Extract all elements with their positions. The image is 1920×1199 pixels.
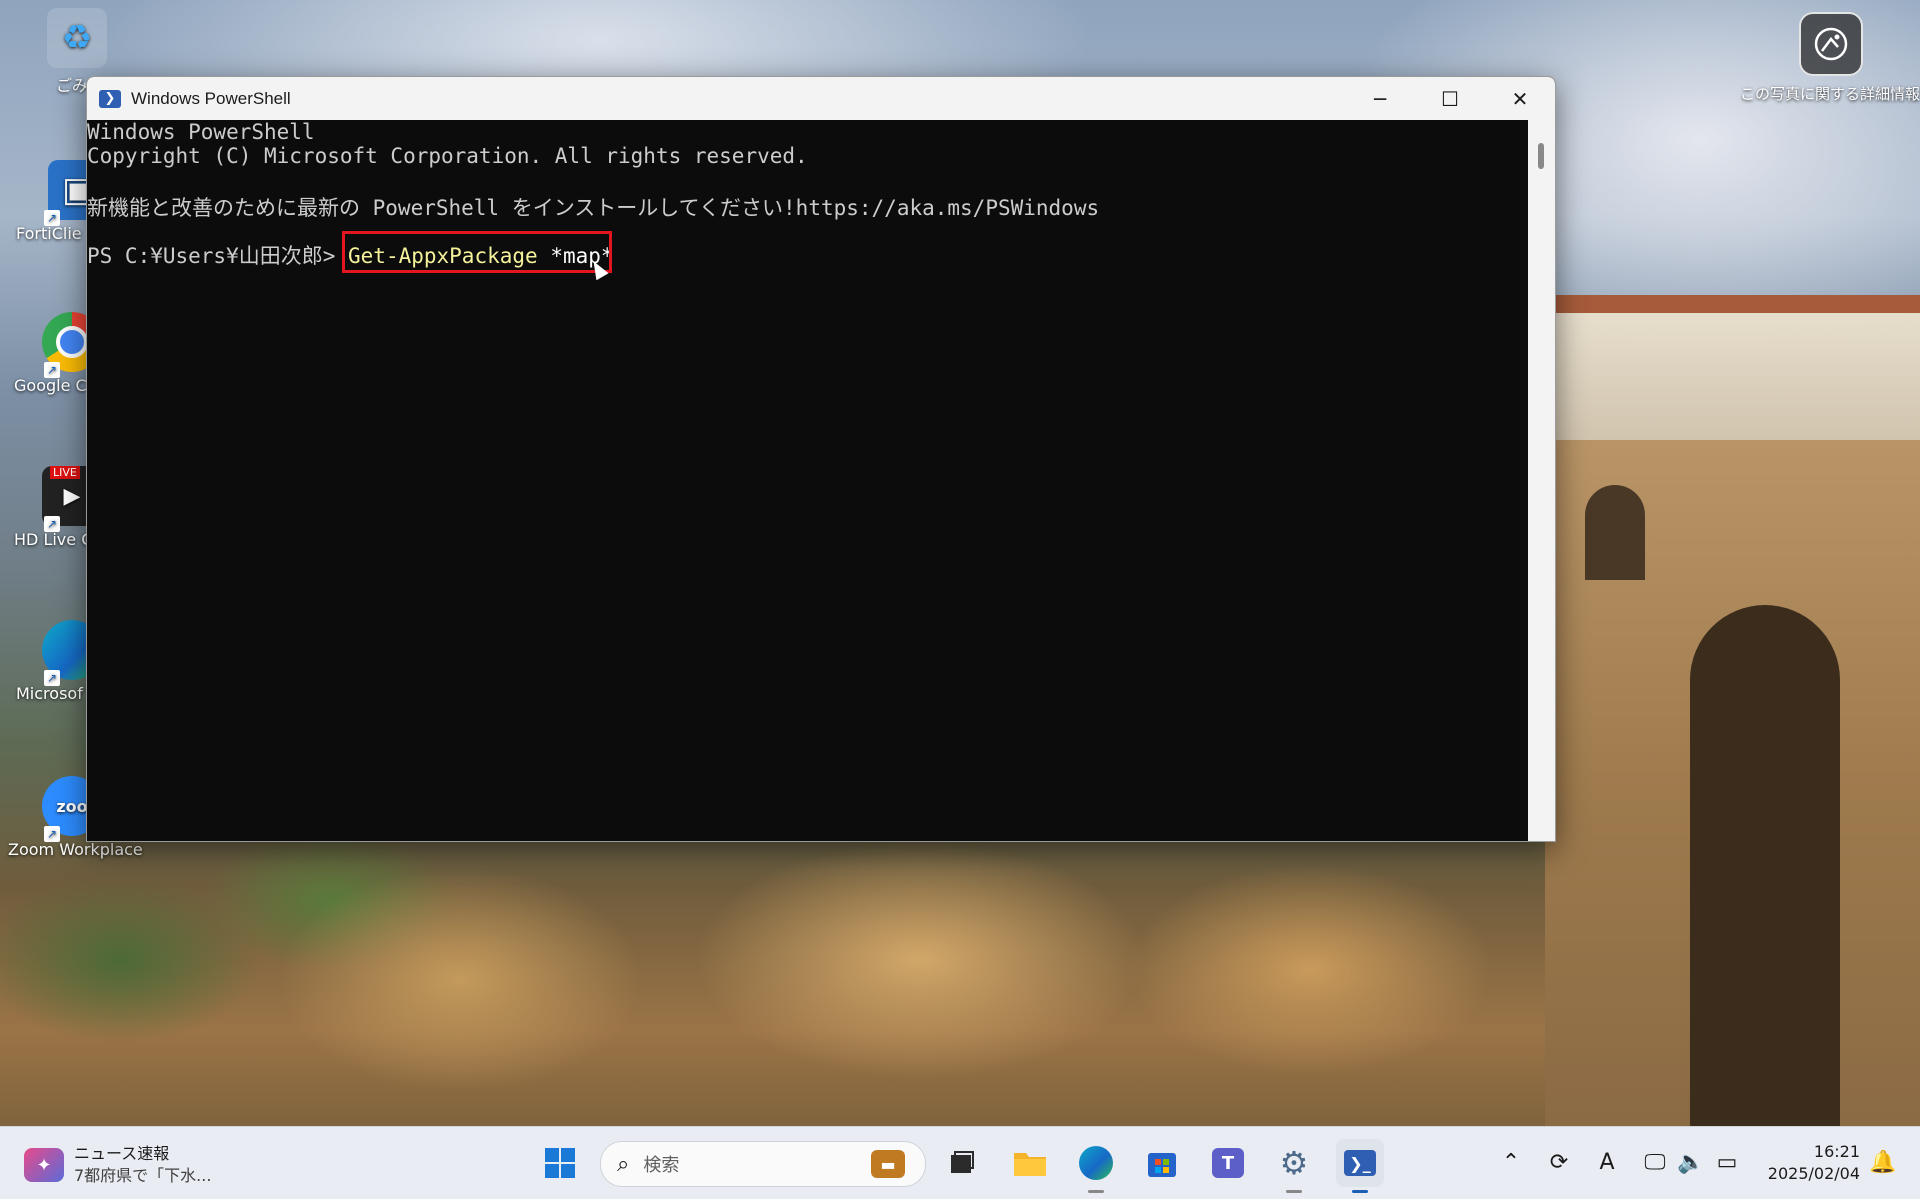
clock-time: 16:21 [1813,1142,1860,1161]
task-view-icon [951,1151,974,1173]
search-icon: ⌕ [617,1151,630,1177]
store-icon [1148,1153,1176,1177]
close-button[interactable]: ✕ [1485,77,1555,120]
edge-icon [1079,1146,1113,1180]
wallpaper-small-arch [1585,485,1645,580]
search-placeholder: 検索 [643,1155,680,1176]
powershell-icon: ❯_ [1344,1150,1376,1176]
powershell-taskbar-button[interactable]: ❯_ [1336,1139,1384,1193]
volume-icon[interactable]: 🔈 [1676,1147,1706,1177]
taskbar-search-input[interactable]: ⌕ 検索 ▬ [600,1141,926,1187]
desktop-icon-label: Zoom Workplace [8,840,143,859]
wallpaper-town [1555,295,1920,463]
camera-icon [1814,27,1848,61]
wallpaper-cliff [160,840,1560,1140]
prompt: PS C:¥Users¥山田次郎> [87,244,349,268]
recycle-bin-icon: ♻ [47,8,107,68]
news-widget[interactable]: ✦ ニュース速報 7都府県で「下水... [24,1141,211,1189]
news-text: 7都府県で「下水... [74,1166,212,1185]
console-line: Windows PowerShell [87,120,315,144]
store-button[interactable] [1138,1139,1186,1187]
settings-button[interactable]: ⚙ [1270,1139,1318,1193]
active-indicator [1352,1190,1368,1193]
running-indicator [1088,1190,1104,1193]
chevron-up-icon[interactable]: ⌃ [1496,1147,1526,1177]
photo-info-label[interactable]: この写真に関する詳細情報 [1740,84,1920,104]
shortcut-arrow-icon: ↗ [44,826,60,842]
briefcase-icon: ▬ [871,1150,905,1178]
network-icon[interactable]: 🖵 [1640,1147,1670,1177]
powershell-window[interactable]: ❯ Windows PowerShell ─ ☐ ✕ Windows Power… [86,76,1556,842]
notification-bell-icon[interactable]: 🔔 [1868,1147,1898,1177]
shortcut-arrow-icon: ↗ [44,670,60,686]
console-scrollbar[interactable] [1528,120,1555,841]
shortcut-arrow-icon: ↗ [44,210,60,226]
wallpaper-bridge-arch [1690,605,1840,1135]
ime-indicator[interactable]: A [1592,1147,1622,1177]
taskbar-clock[interactable]: 16:21 2025/02/04 [1760,1141,1860,1185]
shortcut-arrow-icon: ↗ [44,362,60,378]
maximize-button[interactable]: ☐ [1415,77,1485,120]
shortcut-arrow-icon: ↗ [44,516,60,532]
sync-icon[interactable]: ⟳ [1544,1147,1574,1177]
console-line: 新機能と改善のために最新の PowerShell をインストールしてください!h… [87,196,1100,220]
task-view-button[interactable] [938,1139,986,1187]
start-button[interactable] [536,1139,584,1187]
photo-info-icon[interactable] [1799,12,1863,76]
minimize-button[interactable]: ─ [1345,77,1415,120]
powershell-icon: ❯ [99,89,121,108]
console-output[interactable]: Windows PowerShell Copyright (C) Microso… [87,120,1528,841]
running-indicator [1286,1190,1302,1193]
news-title: ニュース速報 [74,1144,170,1163]
news-icon: ✦ [24,1148,64,1182]
battery-icon[interactable]: ▭ [1712,1147,1742,1177]
taskbar: ✦ ニュース速報 7都府県で「下水... ⌕ 検索 ▬ T ⚙ ❯_ ⌃ ⟳ A… [0,1126,1920,1199]
teams-icon: T [1212,1148,1244,1178]
live-badge: LIVE [50,466,80,479]
windows-logo-icon [545,1148,575,1178]
folder-icon [1014,1153,1046,1176]
file-explorer-button[interactable] [1006,1139,1054,1187]
teams-button[interactable]: T [1204,1139,1252,1187]
scrollbar-thumb[interactable] [1538,143,1544,169]
console-line: Copyright (C) Microsoft Corporation. All… [87,144,808,168]
gear-icon: ⚙ [1279,1144,1309,1182]
command-highlight-box [342,231,612,273]
window-title: Windows PowerShell [131,88,291,108]
clock-date: 2025/02/04 [1767,1164,1860,1183]
edge-taskbar-button[interactable] [1072,1139,1120,1193]
window-titlebar[interactable]: ❯ Windows PowerShell ─ ☐ ✕ [87,77,1555,120]
